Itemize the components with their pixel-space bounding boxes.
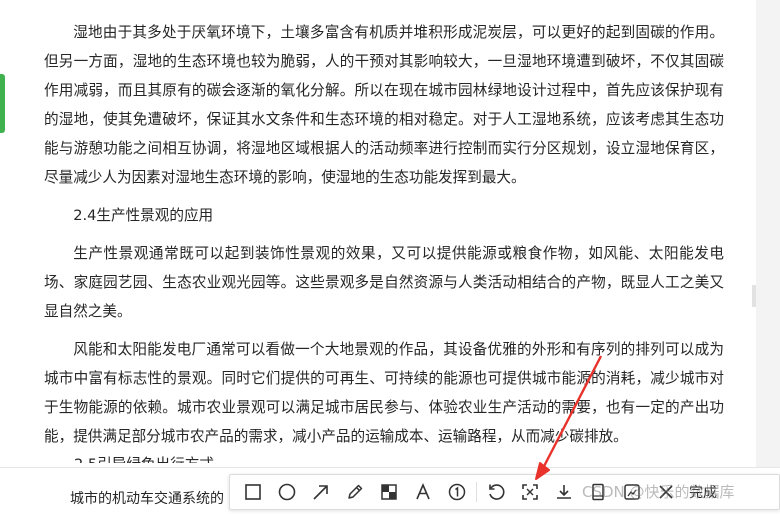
pencil-icon [348,484,363,499]
screenshot-toolbar: 完成 [229,474,780,510]
ellipse-tool[interactable] [270,477,304,507]
text-icon [416,482,430,500]
close-icon [659,485,673,499]
number-tool[interactable] [440,477,474,507]
undo-icon [489,484,505,500]
ocr-tool[interactable] [513,477,547,507]
left-accent-bar [0,74,5,133]
paragraph-wind-solar: 风能和太阳能发电厂通常可以看做一个大地景观的作品，其设备优雅的外形和有序列的排列… [44,341,724,445]
paragraph-wetland: 湿地由于其多处于厌氧环境下，土壤多富含有机质并堆积形成泥炭层，可以更好的起到固碳… [44,24,724,186]
pin-image-icon [624,484,640,500]
document-body: 湿地由于其多处于厌氧环境下，土壤多富含有机质并堆积形成泥炭层，可以更好的起到固碳… [44,18,724,451]
long-screenshot-icon [592,483,604,501]
circle-icon [278,483,296,501]
document-page: 湿地由于其多处于厌氧环境下，土壤多富含有机质并堆积形成泥炭层，可以更好的起到固碳… [0,0,756,467]
mosaic-tool[interactable] [372,477,406,507]
mosaic-icon [381,484,397,500]
long-screenshot-tool[interactable] [581,477,615,507]
arrow-tool[interactable] [304,477,338,507]
scroll-indicator[interactable] [752,285,756,307]
close-tool[interactable] [649,477,683,507]
arrow-icon [313,485,328,500]
section-heading-2-4: 2.4生产性景观的应用 [73,207,214,224]
rectangle-icon [245,484,261,500]
paragraph-productive-landscape: 生产性景观通常既可以起到装饰性景观的效果，又可以提供能源或粮食作物，如风能、太阳… [44,245,724,320]
rectangle-tool[interactable] [236,477,270,507]
pin-tool[interactable] [615,477,649,507]
text-tool[interactable] [406,477,440,507]
undo-tool[interactable] [479,477,513,507]
scan-icon [522,484,538,500]
number-circle-icon [448,483,466,501]
pen-tool[interactable] [338,477,372,507]
bottom-text-line: 城市的机动车交通系统的 [70,491,224,507]
download-icon [557,485,571,499]
toolbar-divider [476,482,477,502]
done-button[interactable]: 完成 [689,482,717,502]
download-tool[interactable] [547,477,581,507]
